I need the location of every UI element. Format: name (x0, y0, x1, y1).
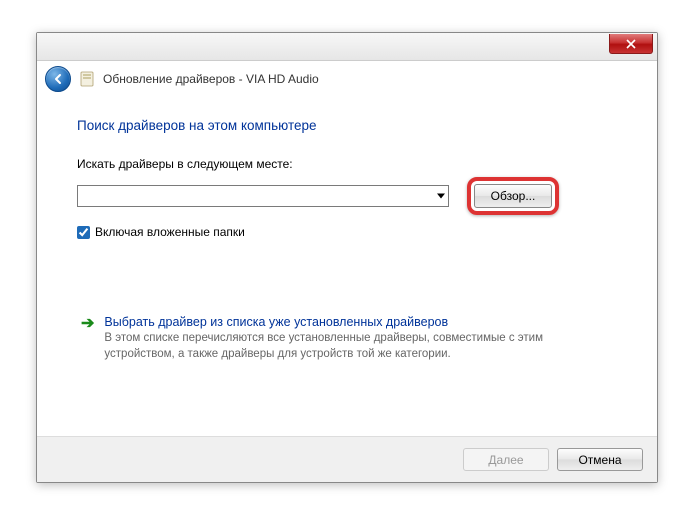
highlight-annotation: Обзор... (467, 177, 559, 215)
content-area: Поиск драйверов на этом компьютере Искат… (37, 96, 657, 368)
path-combobox[interactable] (77, 185, 449, 207)
subfolders-row: Включая вложенные папки (77, 225, 617, 239)
include-subfolders-label: Включая вложенные папки (95, 225, 245, 239)
path-row: Обзор... (77, 177, 617, 215)
path-label: Искать драйверы в следующем месте: (77, 157, 617, 171)
dialog-footer: Далее Отмена (37, 436, 657, 482)
close-icon (626, 39, 636, 49)
arrow-right-icon: ➔ (81, 315, 94, 362)
include-subfolders-checkbox[interactable] (77, 226, 90, 239)
window-title: Обновление драйверов - VIA HD Audio (103, 72, 319, 86)
option-description: В этом списке перечисляются все установл… (104, 331, 613, 362)
dialog-window: Обновление драйверов - VIA HD Audio Поис… (36, 32, 658, 483)
option-text: Выбрать драйвер из списка уже установлен… (104, 315, 613, 362)
browse-button[interactable]: Обзор... (474, 184, 552, 208)
device-icon (79, 71, 95, 87)
path-input[interactable] (77, 185, 449, 207)
next-button[interactable]: Далее (463, 448, 549, 471)
arrow-left-icon (51, 72, 65, 86)
pick-from-list-option[interactable]: ➔ Выбрать драйвер из списка уже установл… (77, 309, 617, 368)
option-title: Выбрать драйвер из списка уже установлен… (104, 315, 613, 329)
page-heading: Поиск драйверов на этом компьютере (77, 118, 617, 133)
close-button[interactable] (609, 34, 653, 54)
cancel-button[interactable]: Отмена (557, 448, 643, 471)
titlebar (37, 33, 657, 61)
nav-bar: Обновление драйверов - VIA HD Audio (37, 61, 657, 96)
back-button[interactable] (45, 66, 71, 92)
